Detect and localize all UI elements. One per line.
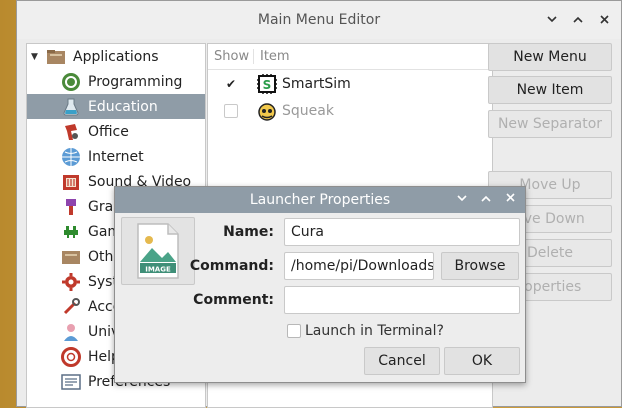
dialog-title: Launcher Properties xyxy=(249,192,391,208)
launch-in-terminal-label: Launch in Terminal? xyxy=(305,323,444,339)
tree-item-applications[interactable]: ▼ Applications xyxy=(27,44,205,69)
chevron-down-icon xyxy=(547,15,557,22)
office-icon xyxy=(60,121,82,143)
comment-label: Comment: xyxy=(193,292,274,308)
sound-video-icon xyxy=(60,171,82,193)
internet-icon xyxy=(60,146,82,168)
launch-in-terminal-checkbox[interactable]: Launch in Terminal? xyxy=(287,323,444,339)
image-file-icon: IMAGE xyxy=(137,223,179,279)
tree-item-label: Applications xyxy=(73,48,159,65)
command-label: Command: xyxy=(189,258,274,274)
list-item-smartsim[interactable]: ✔ S SmartSim xyxy=(208,70,492,97)
name-field[interactable]: Cura xyxy=(284,218,520,246)
column-header-show[interactable]: Show xyxy=(208,49,254,64)
tree-item-programming[interactable]: Programming xyxy=(27,69,205,94)
ok-button[interactable]: OK xyxy=(444,347,520,375)
chevron-down-icon xyxy=(457,195,467,202)
tree-item-internet[interactable]: Internet xyxy=(27,144,205,169)
tree-item-label: Education xyxy=(88,98,158,115)
image-icon-label: IMAGE xyxy=(145,266,171,274)
squeak-icon xyxy=(256,100,278,122)
games-icon xyxy=(60,221,82,243)
comment-field[interactable] xyxy=(284,286,520,314)
tree-item-label: Internet xyxy=(88,148,144,165)
browse-button[interactable]: Browse xyxy=(441,252,519,280)
command-field[interactable]: /home/pi/Downloads xyxy=(284,252,434,280)
maximize-button[interactable] xyxy=(571,10,585,28)
chevron-up-icon xyxy=(481,195,491,202)
show-checkbox[interactable]: ✔ xyxy=(224,76,238,91)
close-icon xyxy=(505,193,515,202)
system-icon xyxy=(60,271,82,293)
new-menu-button[interactable]: New Menu xyxy=(488,43,612,71)
list-item-squeak[interactable]: Squeak xyxy=(208,97,492,124)
name-label: Name: xyxy=(223,224,274,240)
tree-item-label: Programming xyxy=(88,73,183,90)
show-checkbox[interactable] xyxy=(224,103,238,118)
dialog-title-bar: Launcher Properties xyxy=(115,187,525,213)
dialog-controls xyxy=(455,191,517,205)
cancel-button[interactable]: Cancel xyxy=(364,347,440,375)
dialog-maximize-button[interactable] xyxy=(479,191,493,205)
accessories-icon xyxy=(60,296,82,318)
applications-folder-icon xyxy=(45,46,67,68)
launcher-icon-button[interactable]: IMAGE xyxy=(121,217,195,285)
tree-item-education[interactable]: Education xyxy=(27,94,205,119)
window-title: Main Menu Editor xyxy=(257,12,381,28)
graphics-icon xyxy=(60,196,82,218)
dialog-close-button[interactable] xyxy=(503,191,517,205)
tree-item-label: Office xyxy=(88,123,129,140)
list-item-label: Squeak xyxy=(282,102,334,119)
universal-access-icon xyxy=(60,321,82,343)
education-icon xyxy=(60,96,82,118)
preferences-icon xyxy=(60,371,82,393)
list-header: Show Item xyxy=(208,44,492,70)
checkbox-box[interactable] xyxy=(287,324,301,338)
new-item-button[interactable]: New Item xyxy=(488,76,612,104)
window-controls xyxy=(545,10,611,28)
title-bar: Main Menu Editor xyxy=(17,1,621,39)
help-icon xyxy=(60,346,82,368)
close-icon xyxy=(599,14,609,24)
list-item-label: SmartSim xyxy=(282,75,351,92)
other-icon xyxy=(60,246,82,268)
expander-down-icon[interactable]: ▼ xyxy=(31,52,45,62)
new-separator-button[interactable]: New Separator xyxy=(488,110,612,138)
column-header-item[interactable]: Item xyxy=(254,49,290,64)
chevron-up-icon xyxy=(573,16,583,23)
smartsim-icon: S xyxy=(256,73,278,95)
programming-icon xyxy=(60,71,82,93)
close-button[interactable] xyxy=(597,10,611,28)
launcher-properties-dialog: Launcher Properties IMAGE Name: Cura Com… xyxy=(114,186,526,383)
minimize-button[interactable] xyxy=(545,10,559,28)
dialog-minimize-button[interactable] xyxy=(455,191,469,205)
tree-item-office[interactable]: Office xyxy=(27,119,205,144)
svg-text:S: S xyxy=(263,78,272,92)
